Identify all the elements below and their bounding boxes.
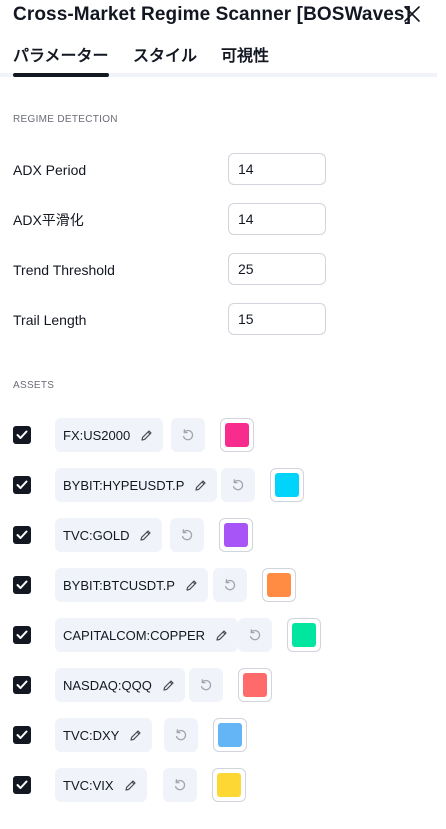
asset-row: CAPITALCOM:COPPER xyxy=(0,617,446,653)
asset-symbol-button[interactable]: FX:US2000 xyxy=(55,418,164,452)
asset-symbol-label: TVC:DXY xyxy=(63,727,120,743)
reset-button[interactable] xyxy=(189,668,223,702)
asset-row: FX:US2000 xyxy=(0,417,446,453)
color-swatch-button[interactable] xyxy=(213,718,247,752)
asset-symbol-button[interactable]: BYBIT:HYPEUSDT.P xyxy=(55,468,218,502)
tab-style[interactable]: スタイル xyxy=(133,47,197,67)
asset-row: NASDAQ:QQQ xyxy=(0,667,446,703)
tab-visibility[interactable]: 可視性 xyxy=(221,47,269,67)
param-label-trend-threshold: Trend Threshold xyxy=(13,262,115,278)
color-swatch-button[interactable] xyxy=(262,568,296,602)
tab-parameters[interactable]: パラメーター xyxy=(13,47,109,67)
pencil-icon xyxy=(185,579,198,592)
active-tab-indicator xyxy=(13,73,109,77)
reset-icon xyxy=(181,529,193,541)
pencil-icon xyxy=(124,779,137,792)
asset-symbol-button[interactable]: TVC:DXY xyxy=(55,718,153,752)
asset-checkbox[interactable] xyxy=(13,726,31,744)
color-swatch-button[interactable] xyxy=(219,518,253,552)
asset-checkbox[interactable] xyxy=(13,426,31,444)
reset-button[interactable] xyxy=(213,568,247,602)
color-swatch-fill xyxy=(224,523,248,547)
asset-symbol-label: TVC:VIX xyxy=(63,777,114,793)
dialog-title: Cross-Market Regime Scanner [BOSWaves] xyxy=(13,4,412,25)
asset-symbol-label: TVC:GOLD xyxy=(63,527,130,543)
asset-symbol-button[interactable]: BYBIT:BTCUSDT.P xyxy=(55,568,208,602)
reset-button[interactable] xyxy=(238,618,272,652)
param-label-adx-smoothing: ADX平滑化 xyxy=(13,212,84,228)
reset-icon xyxy=(224,579,236,591)
pencil-icon xyxy=(140,429,153,442)
asset-row: TVC:GOLD xyxy=(0,517,446,553)
color-swatch-button[interactable] xyxy=(220,418,254,452)
asset-symbol-label: BYBIT:BTCUSDT.P xyxy=(63,577,175,593)
checkmark-icon xyxy=(16,780,28,789)
color-swatch-button[interactable] xyxy=(212,768,246,802)
asset-row: BYBIT:HYPEUSDT.P xyxy=(0,467,446,503)
adx-smoothing-input[interactable]: 14 xyxy=(228,203,326,235)
asset-checkbox[interactable] xyxy=(13,626,31,644)
pencil-icon xyxy=(162,679,175,692)
checkmark-icon xyxy=(16,580,28,589)
pencil-icon xyxy=(139,529,152,542)
close-icon xyxy=(404,6,420,22)
asset-symbol-button[interactable]: TVC:GOLD xyxy=(55,518,163,552)
section-heading-regime: REGIME DETECTION xyxy=(13,114,118,125)
asset-checkbox[interactable] xyxy=(13,526,31,544)
trend-threshold-input[interactable]: 25 xyxy=(228,253,326,285)
asset-checkbox[interactable] xyxy=(13,676,31,694)
asset-row: BYBIT:BTCUSDT.P xyxy=(0,567,446,603)
asset-checkbox[interactable] xyxy=(13,576,31,594)
checkmark-icon xyxy=(16,630,28,639)
reset-icon xyxy=(200,679,212,691)
asset-symbol-button[interactable]: NASDAQ:QQQ xyxy=(55,668,185,702)
checkmark-icon xyxy=(16,680,28,689)
checkmark-icon xyxy=(16,730,28,739)
reset-icon xyxy=(249,629,261,641)
reset-button[interactable] xyxy=(164,718,198,752)
reset-icon xyxy=(232,479,244,491)
reset-button[interactable] xyxy=(221,468,255,502)
param-label-adx-period: ADX Period xyxy=(13,162,87,178)
adx-period-input[interactable]: 14 xyxy=(228,153,326,185)
color-swatch-button[interactable] xyxy=(238,668,272,702)
color-swatch-fill xyxy=(267,573,291,597)
reset-icon xyxy=(174,779,186,791)
color-swatch-fill xyxy=(275,473,299,497)
reset-button[interactable] xyxy=(163,768,197,802)
color-swatch-fill xyxy=(218,723,242,747)
asset-symbol-label: BYBIT:HYPEUSDT.P xyxy=(63,477,185,493)
param-label-trail-length: Trail Length xyxy=(13,312,87,328)
color-swatch-button[interactable] xyxy=(287,618,321,652)
section-heading-assets: ASSETS xyxy=(13,380,55,391)
pencil-icon xyxy=(194,479,207,492)
checkmark-icon xyxy=(16,430,28,439)
reset-button[interactable] xyxy=(171,418,205,452)
pencil-icon xyxy=(129,729,142,742)
pencil-icon xyxy=(215,629,228,642)
asset-symbol-button[interactable]: TVC:VIX xyxy=(55,768,147,802)
asset-row: TVC:VIX xyxy=(0,767,446,803)
trail-length-input[interactable]: 15 xyxy=(228,303,326,335)
color-swatch-button[interactable] xyxy=(270,468,304,502)
color-swatch-fill xyxy=(243,673,267,697)
color-swatch-fill xyxy=(292,623,316,647)
asset-row: TVC:DXY xyxy=(0,717,446,753)
asset-checkbox[interactable] xyxy=(13,476,31,494)
color-swatch-fill xyxy=(225,423,249,447)
reset-icon xyxy=(175,729,187,741)
color-swatch-fill xyxy=(217,773,241,797)
asset-symbol-label: FX:US2000 xyxy=(63,427,131,443)
reset-icon xyxy=(182,429,194,441)
checkmark-icon xyxy=(16,530,28,539)
reset-button[interactable] xyxy=(170,518,204,552)
checkmark-icon xyxy=(16,480,28,489)
asset-symbol-button[interactable]: CAPITALCOM:COPPER xyxy=(55,618,239,652)
asset-symbol-label: NASDAQ:QQQ xyxy=(63,677,152,693)
asset-symbol-label: CAPITALCOM:COPPER xyxy=(63,627,206,643)
asset-checkbox[interactable] xyxy=(13,776,31,794)
close-button[interactable] xyxy=(399,3,425,25)
